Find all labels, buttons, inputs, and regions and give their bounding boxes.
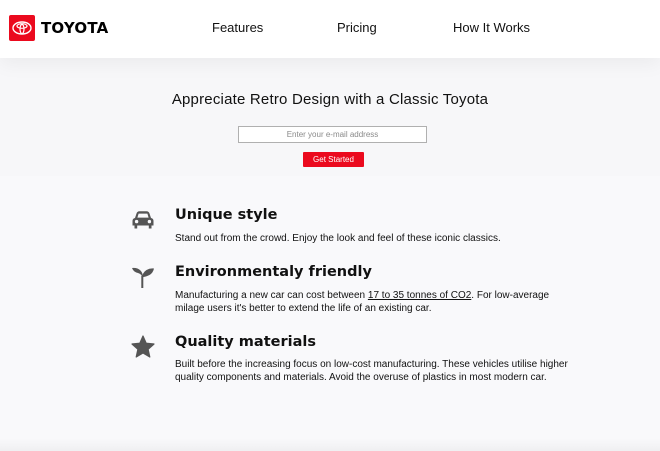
feature-title-quality-materials: Quality materials [175, 334, 316, 350]
toyota-emblem-icon [9, 14, 35, 41]
brand-name: TOYOTA [41, 18, 109, 37]
hero-title: Appreciate Retro Design with a Classic T… [171, 91, 489, 108]
star-icon [130, 334, 156, 360]
toyota-logo[interactable]: TOYOTA [9, 14, 108, 41]
feature-title-environmentally-friendly: Environmentaly friendly [175, 264, 372, 280]
site-header: TOYOTA Features Pricing How It Works [0, 0, 660, 58]
seedling-icon [130, 264, 156, 290]
feature-desc-environmentally-friendly: Manufacturing a new car can cost between… [175, 289, 570, 315]
get-started-button[interactable]: Get Started [303, 152, 364, 167]
nav-link-features[interactable]: Features [212, 20, 263, 35]
nav-link-how-it-works[interactable]: How It Works [453, 20, 530, 35]
co2-link[interactable]: 17 to 35 tonnes of CO2 [368, 290, 471, 301]
feature-desc-text-start: Manufacturing a new car can cost between [175, 290, 368, 301]
feature-title-unique-style: Unique style [175, 207, 278, 223]
nav-link-pricing[interactable]: Pricing [337, 20, 377, 35]
email-input[interactable] [238, 126, 427, 143]
feature-desc-unique-style: Stand out from the crowd. Enjoy the look… [175, 233, 501, 244]
section-divider [0, 438, 660, 451]
feature-desc-quality-materials: Built before the increasing focus on low… [175, 359, 568, 383]
car-icon [130, 207, 156, 233]
